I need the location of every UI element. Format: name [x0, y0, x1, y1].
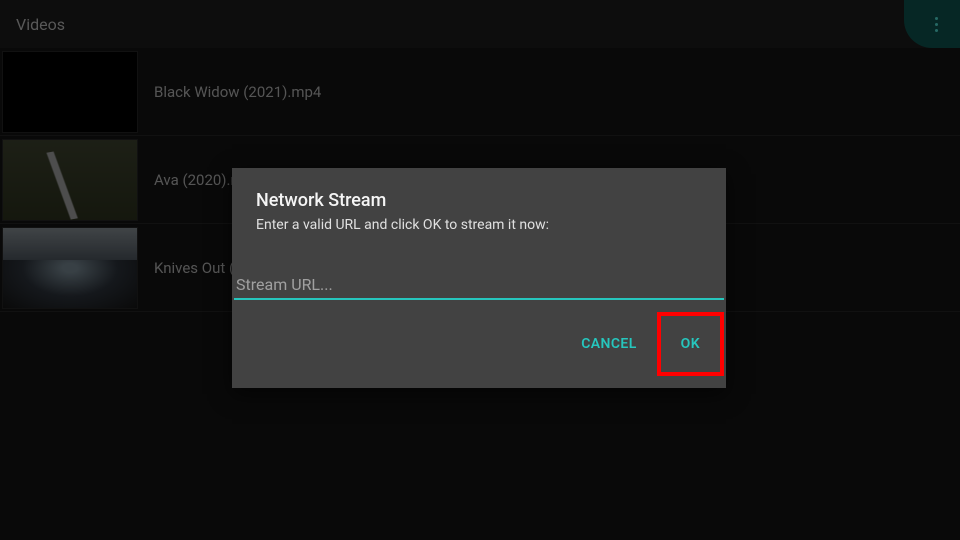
cancel-button[interactable]: CANCEL	[563, 322, 654, 366]
dialog-message: Enter a valid URL and click OK to stream…	[232, 217, 726, 245]
dialog-title: Network Stream	[232, 168, 726, 217]
network-stream-dialog: Network Stream Enter a valid URL and cli…	[232, 168, 726, 388]
stream-url-input[interactable]	[234, 271, 724, 300]
dialog-actions: CANCEL OK	[232, 300, 726, 388]
ok-button[interactable]: OK	[657, 312, 724, 376]
